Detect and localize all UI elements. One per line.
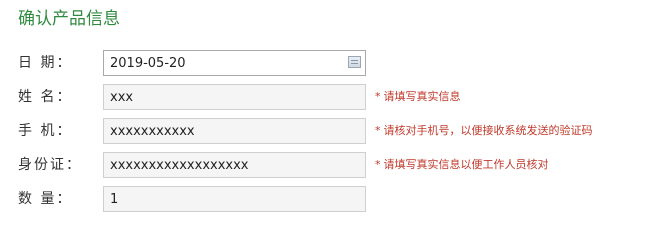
id-card-label: 身份证： <box>18 157 82 173</box>
phone-field[interactable]: xxxxxxxxxxx <box>103 118 366 144</box>
name-field[interactable]: xxx <box>103 84 366 110</box>
required-mark: * <box>375 158 381 171</box>
quantity-field[interactable]: 1 <box>103 186 366 212</box>
page-title: 确认产品信息 <box>18 9 120 29</box>
date-row: 日 期： 2019-05-20 <box>0 50 664 76</box>
name-hint: * 请填写真实信息 <box>375 90 461 103</box>
phone-row: 手 机： xxxxxxxxxxx * 请核对手机号，以便接收系统发送的验证码 <box>0 118 664 144</box>
name-row: 姓 名： xxx * 请填写真实信息 <box>0 84 664 110</box>
id-card-value: xxxxxxxxxxxxxxxxxx <box>110 158 249 173</box>
phone-label: 手 机： <box>18 123 73 139</box>
date-field[interactable]: 2019-05-20 <box>103 50 366 76</box>
id-card-field[interactable]: xxxxxxxxxxxxxxxxxx <box>103 152 366 178</box>
name-label: 姓 名： <box>18 89 73 105</box>
required-mark: * <box>375 90 381 103</box>
quantity-value: 1 <box>110 192 119 207</box>
phone-hint-text: 请核对手机号，以便接收系统发送的验证码 <box>383 124 593 137</box>
date-label: 日 期： <box>18 55 73 71</box>
quantity-label: 数 量： <box>18 191 73 207</box>
phone-hint: * 请核对手机号，以便接收系统发送的验证码 <box>375 124 593 137</box>
id-card-hint: * 请填写真实信息以便工作人员核对 <box>375 158 549 171</box>
name-hint-text: 请填写真实信息 <box>383 90 461 103</box>
required-mark: * <box>375 124 381 137</box>
id-card-hint-text: 请填写真实信息以便工作人员核对 <box>383 158 549 171</box>
calendar-icon[interactable] <box>348 56 361 68</box>
id-card-row: 身份证： xxxxxxxxxxxxxxxxxx * 请填写真实信息以便工作人员核对 <box>0 152 664 178</box>
phone-value: xxxxxxxxxxx <box>110 124 195 139</box>
date-value: 2019-05-20 <box>110 56 186 71</box>
name-value: xxx <box>110 90 134 105</box>
quantity-row: 数 量： 1 <box>0 186 664 212</box>
